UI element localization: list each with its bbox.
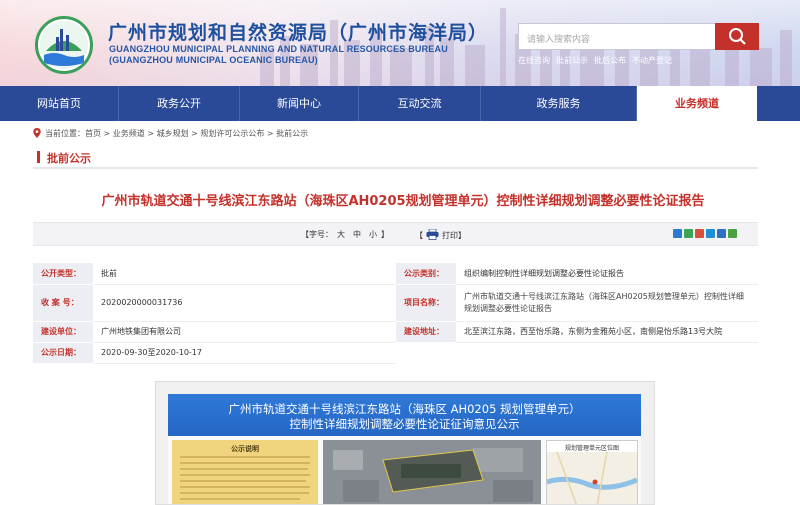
text-line <box>180 468 308 470</box>
font-size-large[interactable]: 大 <box>337 230 345 239</box>
font-size-medium[interactable]: 中 <box>353 230 361 239</box>
nav-item-business[interactable]: 业务频道 <box>637 86 757 121</box>
text-line <box>180 480 306 482</box>
site-header: 广州市规划和自然资源局（广州市海洋局） GUANGZHOU MUNICIPAL … <box>0 0 800 86</box>
section-accent-bar <box>37 151 40 163</box>
quick-link[interactable]: 在线咨询 <box>518 56 550 65</box>
nav-item-home[interactable]: 网站首页 <box>0 86 119 121</box>
search-button[interactable] <box>715 23 759 50</box>
breadcrumb-item[interactable]: 城乡规划 <box>157 129 189 138</box>
notice-title-line1: 广州市轨道交通十号线滨江东路站（海珠区 AH0205 规划管理单元） <box>228 402 581 416</box>
table-row: 公示日期： 2020-09-30至2020-10-17 <box>33 342 758 364</box>
text-line <box>180 486 310 488</box>
main-nav: 网站首页 政务公开 新闻中心 互动交流 政务服务 业务频道 <box>0 86 800 121</box>
font-size-suffix: 】 <box>381 230 389 239</box>
location-map-graphic <box>547 452 637 504</box>
field-label: 建设地址： <box>396 321 456 343</box>
breadcrumb-item[interactable]: 规划许可公示公布 <box>200 129 264 138</box>
info-table: 公开类型： 批前 公示类别： 组织编制控制性详细规划调整必要性论证报告 收 案 … <box>33 263 758 364</box>
table-row: 收 案 号： 2020020000031736 项目名称： 广州市轨道交通十号线… <box>33 284 758 322</box>
field-value: 批前 <box>93 263 396 285</box>
nav-item-services[interactable]: 政务服务 <box>481 86 637 121</box>
quick-link[interactable]: 批前公示 <box>556 56 588 65</box>
print-suffix: 】 <box>458 231 466 240</box>
empty-cell <box>456 342 758 363</box>
font-size-small[interactable]: 小 <box>369 230 377 239</box>
share-icon[interactable] <box>728 229 737 238</box>
section-header: 批前公示 <box>33 145 758 169</box>
share-icon[interactable] <box>673 229 682 238</box>
breadcrumb-item[interactable]: 批前公示 <box>276 129 308 138</box>
document-title: 广州市轨道交通十号线滨江东路站（海珠区AH0205规划管理单元）控制性详细规划调… <box>101 194 705 209</box>
aerial-photo-graphic <box>323 440 541 504</box>
quick-link[interactable]: 不动产登记 <box>632 56 672 65</box>
search-input[interactable]: 请输入搜索内容 <box>518 23 716 50</box>
empty-cell <box>396 342 456 363</box>
field-label: 项目名称： <box>396 284 456 322</box>
field-value: 2020020000031736 <box>93 284 396 322</box>
breadcrumb: 当前位置：首页 > 业务频道 > 城乡规划 > 规划许可公示公布 > 批前公示 <box>33 128 308 139</box>
breadcrumb-separator: > <box>264 129 277 138</box>
breadcrumb-item[interactable]: 首页 <box>85 129 101 138</box>
field-value: 广州地铁集团有限公司 <box>93 321 396 343</box>
field-value: 广州市轨道交通十号线滨江东路站（海珠区AH0205规划管理单元）控制性详细规划调… <box>456 284 758 322</box>
site-title-en-line1: GUANGZHOU MUNICIPAL PLANNING AND NATURAL… <box>109 44 448 54</box>
field-label: 公示类别： <box>396 263 456 285</box>
field-label: 收 案 号： <box>33 284 93 322</box>
section-label: 批前公示 <box>47 152 91 165</box>
quick-link[interactable]: 批后公布 <box>594 56 626 65</box>
notice-poster-image[interactable]: 广州市轨道交通十号线滨江东路站（海珠区 AH0205 规划管理单元） 控制性详细… <box>155 381 655 505</box>
field-value: 组织编制控制性详细规划调整必要性论证报告 <box>456 263 758 285</box>
field-label: 公开类型： <box>33 263 93 285</box>
print-label[interactable]: 打印 <box>442 231 458 240</box>
table-row: 公开类型： 批前 公示类别： 组织编制控制性详细规划调整必要性论证报告 <box>33 263 758 285</box>
text-line <box>180 492 309 494</box>
field-label: 公示日期： <box>33 342 93 364</box>
site-title-cn: 广州市规划和自然资源局（广州市海洋局） <box>108 22 489 44</box>
text-line <box>180 456 310 458</box>
article-tools: 【字号：大中小】 【 打印】 <box>33 222 758 246</box>
site-title-en-line2: (GUANGZHOU MUNICIPAL OCEANIC BUREAU) <box>109 55 318 65</box>
notice-description-panel: 公示说明 <box>172 440 318 504</box>
notice-title-line2: 控制性详细规划调整必要性论证征询意见公示 <box>289 417 520 431</box>
share-icon[interactable] <box>706 229 715 238</box>
bureau-logo[interactable] <box>35 16 93 74</box>
nav-item-gov-affairs[interactable]: 政务公开 <box>119 86 240 121</box>
font-size-control: 【字号： 大中小】 <box>301 229 389 240</box>
share-icon[interactable] <box>695 229 704 238</box>
search-icon <box>729 28 746 45</box>
breadcrumb-item[interactable]: 业务频道 <box>113 129 145 138</box>
text-line <box>180 498 300 500</box>
field-value: 北至滨江东路，西至怡乐路，东侧为金雅苑小区，南侧是怡乐路13号大院 <box>456 321 758 343</box>
aerial-photo <box>323 440 541 504</box>
nav-item-interaction[interactable]: 互动交流 <box>359 86 481 121</box>
text-line <box>180 462 310 464</box>
location-map-header: 规划管理单元区位图 <box>564 445 619 452</box>
location-map: 规划管理单元区位图 <box>546 440 638 504</box>
text-line <box>180 474 310 476</box>
notice-description-header: 公示说明 <box>231 445 259 453</box>
print-prefix: 【 <box>415 231 423 240</box>
table-row: 建设单位： 广州地铁集团有限公司 建设地址： 北至滨江东路，西至怡乐路，东侧为金… <box>33 321 758 343</box>
breadcrumb-separator: > <box>101 129 113 138</box>
notice-poster: 广州市轨道交通十号线滨江东路站（海珠区 AH0205 规划管理单元） 控制性详细… <box>168 394 641 504</box>
printer-icon <box>426 229 439 240</box>
nav-item-news[interactable]: 新闻中心 <box>240 86 359 121</box>
breadcrumb-prefix: 当前位置： <box>45 129 85 138</box>
share-icons <box>673 229 737 238</box>
share-icon[interactable] <box>684 229 693 238</box>
share-icon[interactable] <box>717 229 726 238</box>
field-label: 建设单位： <box>33 321 93 343</box>
field-value: 2020-09-30至2020-10-17 <box>93 342 396 364</box>
breadcrumb-separator: > <box>144 129 157 138</box>
print-control[interactable]: 【 打印】 <box>415 229 466 241</box>
notice-banner: 广州市轨道交通十号线滨江东路站（海珠区 AH0205 规划管理单元） 控制性详细… <box>168 394 641 436</box>
location-pin-icon <box>33 128 41 138</box>
breadcrumb-separator: > <box>188 129 201 138</box>
quick-links: 在线咨询 批前公示 批后公布 不动产登记 <box>518 55 678 66</box>
font-size-prefix: 【字号： <box>301 230 333 239</box>
